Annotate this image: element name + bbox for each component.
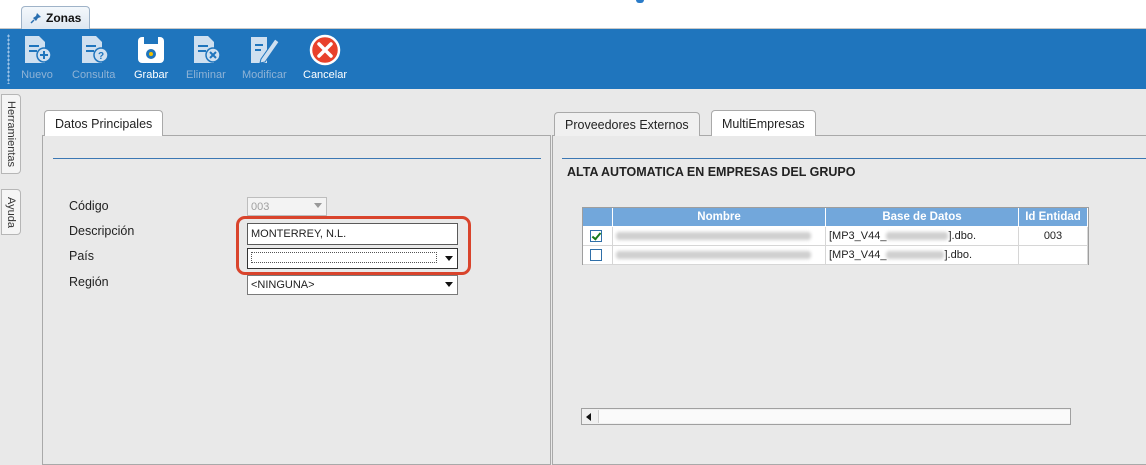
consulta-button[interactable]: ? Consulta [72, 33, 115, 87]
empresas-grid: Nombre Base de Datos Id Entidad [MP3_V44… [582, 207, 1089, 265]
section-title: ALTA AUTOMATICA EN EMPRESAS DEL GRUPO [567, 165, 856, 179]
right-separator [562, 158, 1146, 159]
consulta-label: Consulta [72, 69, 116, 81]
redacted-text [886, 251, 945, 259]
cancelar-label: Cancelar [303, 69, 348, 81]
nombre-cell [613, 246, 826, 265]
row-check-cell [583, 246, 613, 265]
redacted-text [616, 251, 811, 259]
region-label: Región [69, 275, 109, 289]
eliminar-label: Eliminar [186, 69, 226, 81]
base-datos-cell: [MP3_V44_ ].dbo. [826, 246, 1019, 265]
id-entidad-cell [1019, 246, 1088, 265]
side-tab-herramientas-label: Herramientas [5, 100, 17, 168]
scroll-left-icon[interactable] [586, 413, 591, 421]
codigo-combo[interactable]: 003 [247, 197, 327, 216]
side-tab-ayuda-label: Ayuda [5, 196, 17, 228]
pin-icon [30, 13, 41, 24]
id-entidad-cell: 003 [1019, 227, 1088, 246]
cancelar-button[interactable]: Cancelar [303, 33, 347, 87]
tab-datos-principales[interactable]: Datos Principales [44, 110, 164, 136]
codigo-value: 003 [251, 200, 270, 213]
chevron-down-icon [445, 282, 453, 287]
grid-header-id-entidad[interactable]: Id Entidad [1019, 208, 1088, 226]
delete-doc-icon [193, 36, 221, 63]
tab-proveedores-externos-label: Proveedores Externos [565, 117, 689, 132]
redacted-text [616, 232, 811, 240]
new-doc-icon [25, 36, 52, 63]
chevron-down-icon [314, 203, 322, 208]
row-check-cell [583, 227, 613, 246]
datos-principales-page [42, 135, 551, 465]
row-checkbox[interactable] [590, 230, 602, 242]
descripcion-label: Descripción [69, 224, 135, 238]
tab-datos-principales-label: Datos Principales [55, 116, 153, 131]
base-datos-cell: [MP3_V44_ ].dbo. [826, 227, 1019, 246]
grid-header-base-datos[interactable]: Base de Datos [826, 208, 1019, 226]
svg-text:?: ? [98, 51, 104, 62]
modificar-button[interactable]: Modificar [242, 33, 287, 87]
grid-header-nombre[interactable]: Nombre [613, 208, 826, 226]
side-tab-herramientas[interactable]: Herramientas [1, 94, 21, 174]
left-separator [53, 158, 541, 159]
nombre-cell [613, 227, 826, 246]
side-tab-bar: Herramientas Ayuda [0, 89, 22, 460]
nuevo-button[interactable]: Nuevo [20, 33, 54, 87]
tab-multiempresas[interactable]: MultiEmpresas [711, 110, 816, 136]
nuevo-label: Nuevo [21, 69, 53, 81]
query-doc-icon: ? [81, 36, 109, 63]
cancel-icon [309, 34, 341, 66]
grabar-button[interactable]: Grabar [134, 33, 168, 87]
redacted-text [886, 232, 949, 240]
codigo-label: Código [69, 199, 109, 213]
title-indicator [636, 0, 644, 3]
document-tab-strip: Zonas [0, 0, 1146, 29]
grabar-label: Grabar [134, 69, 169, 81]
pais-label: País [69, 249, 95, 263]
row-checkbox[interactable] [590, 249, 602, 261]
toolbar-grip[interactable] [7, 34, 10, 84]
tab-multiempresas-label: MultiEmpresas [722, 116, 805, 131]
region-combo[interactable]: <NINGUNA> [247, 275, 458, 295]
grid-header-check [583, 208, 613, 226]
eliminar-button[interactable]: Eliminar [186, 33, 226, 87]
annotation-highlight [236, 216, 471, 275]
save-icon [138, 37, 165, 63]
modificar-label: Modificar [242, 69, 287, 81]
scrollbar-thumb[interactable] [598, 410, 1070, 423]
grid-horizontal-scrollbar[interactable] [581, 408, 1071, 425]
edit-icon [251, 37, 280, 64]
main-toolbar: Nuevo ? Consulta Grabar Eliminar Modific… [0, 29, 1146, 89]
side-tab-ayuda[interactable]: Ayuda [1, 189, 21, 235]
tab-zonas[interactable]: Zonas [21, 6, 91, 29]
tab-proveedores-externos[interactable]: Proveedores Externos [554, 112, 700, 136]
region-value: <NINGUNA> [251, 279, 315, 291]
tab-zonas-label: Zonas [46, 11, 82, 25]
